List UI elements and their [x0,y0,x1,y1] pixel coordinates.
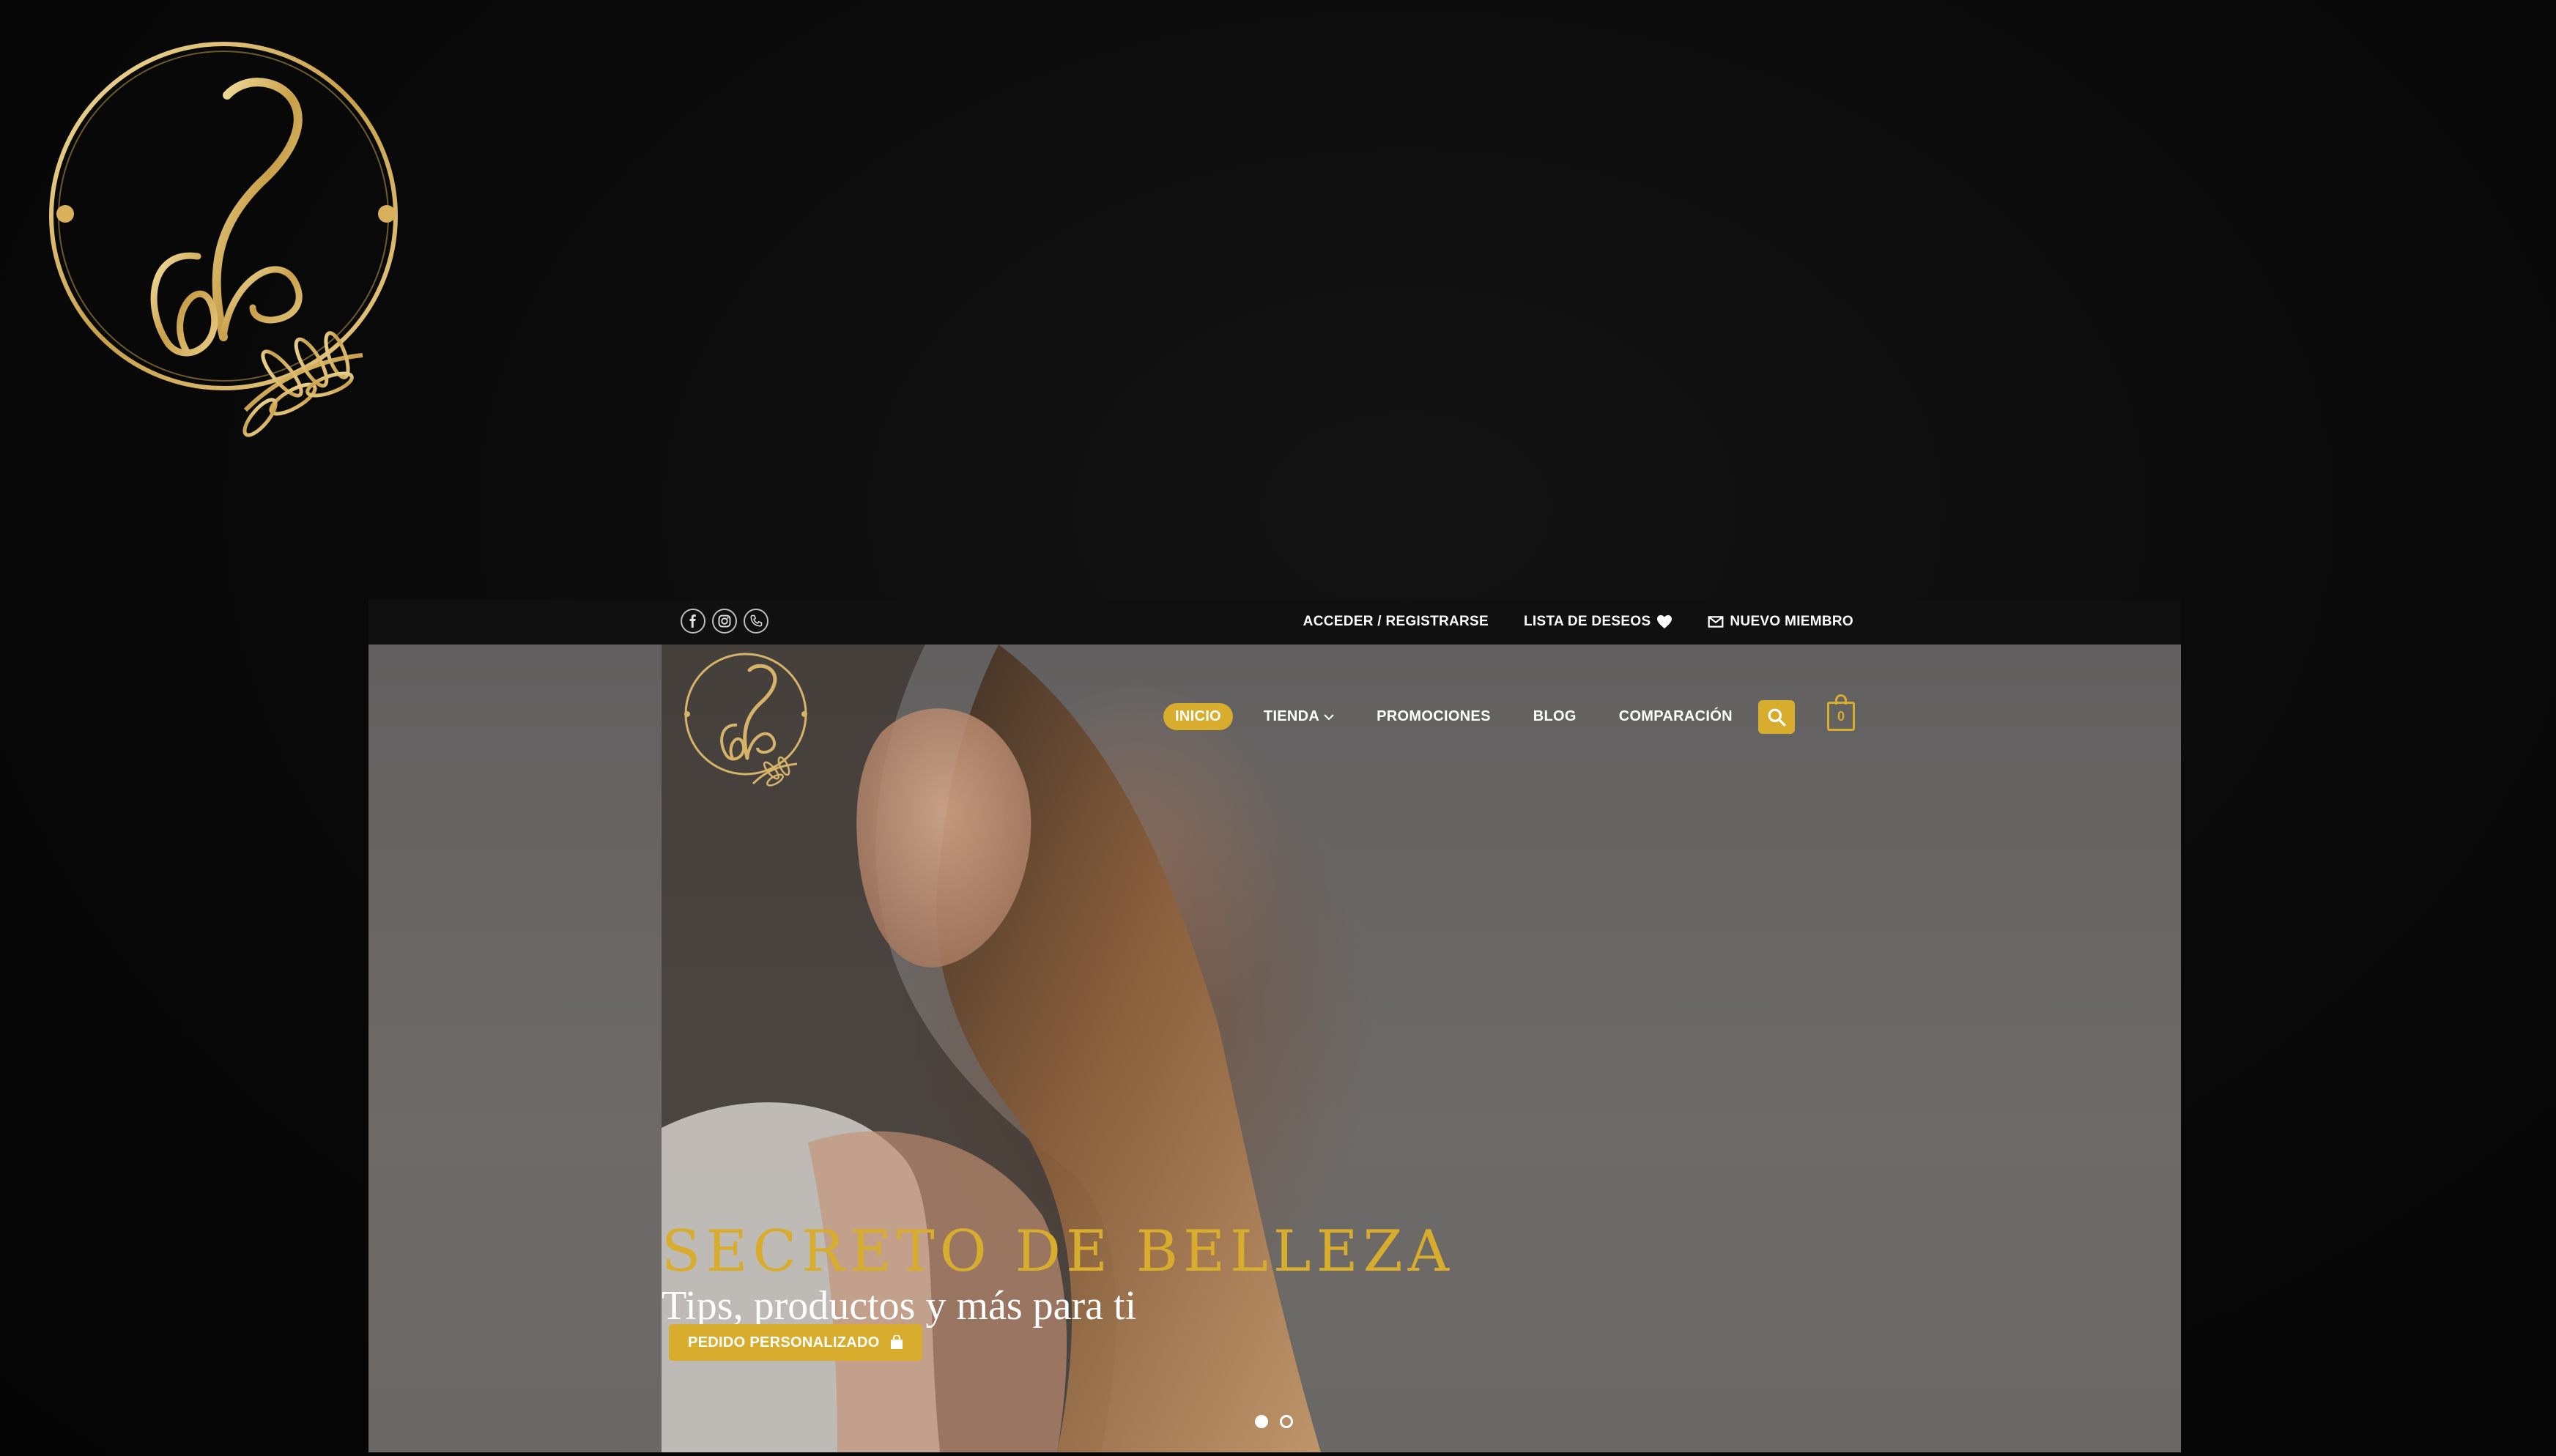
brand-logo-large [49,42,398,437]
instagram-icon[interactable] [712,609,737,634]
nav-item-blog[interactable]: BLOG [1533,708,1577,725]
slider-dots [1255,1415,1293,1428]
facebook-icon[interactable] [681,609,705,634]
chevron-down-icon [1324,713,1334,720]
nav-item-tienda-label: TIENDA [1263,708,1320,724]
wishlist-link[interactable]: LISTA DE DESEOS [1524,614,1672,630]
nav-item-promociones[interactable]: PROMOCIONES [1377,708,1491,725]
top-links: ACCEDER / REGISTRARSE LISTA DE DESEOS NU… [1303,599,1853,645]
shopping-bag-icon [890,1335,903,1349]
custom-order-label: PEDIDO PERSONALIZADO [688,1334,880,1351]
slider-dot-2[interactable] [1280,1415,1293,1428]
newmember-label: NUEVO MIEMBRO [1730,614,1853,629]
nav-item-inicio[interactable]: INICIO [1163,703,1233,730]
site-logo[interactable] [680,645,812,791]
slider-dot-1[interactable] [1255,1415,1268,1428]
cart-count: 0 [1827,702,1855,731]
website-frame: ACCEDER / REGISTRARSE LISTA DE DESEOS NU… [368,599,2181,1452]
wishlist-label: LISTA DE DESEOS [1524,614,1651,629]
main-nav: INICIO TIENDA PROMOCIONES BLOG COMPARACI… [1163,703,1775,730]
newmember-link[interactable]: NUEVO MIEMBRO [1708,614,1853,630]
top-bar: ACCEDER / REGISTRARSE LISTA DE DESEOS NU… [368,599,2181,645]
login-label: ACCEDER / REGISTRARSE [1303,614,1489,629]
nav-item-tienda[interactable]: TIENDA [1264,708,1334,725]
search-button[interactable] [1758,700,1795,734]
hero-title: SECRETO DE BELLEZA [662,1219,1455,1285]
hero-slider: INICIO TIENDA PROMOCIONES BLOG COMPARACI… [368,645,2181,1452]
phone-icon[interactable] [744,609,768,634]
custom-order-button[interactable]: PEDIDO PERSONALIZADO [669,1324,922,1361]
hero-subtitle: Tips, productos y más para ti [662,1283,1137,1329]
search-icon [1768,708,1786,727]
heart-icon [1657,614,1672,629]
login-link[interactable]: ACCEDER / REGISTRARSE [1303,614,1489,630]
nav-item-comparacion[interactable]: COMPARACIÓN [1619,708,1733,725]
cart-button[interactable]: 0 [1827,694,1858,731]
envelope-icon [1708,616,1724,628]
